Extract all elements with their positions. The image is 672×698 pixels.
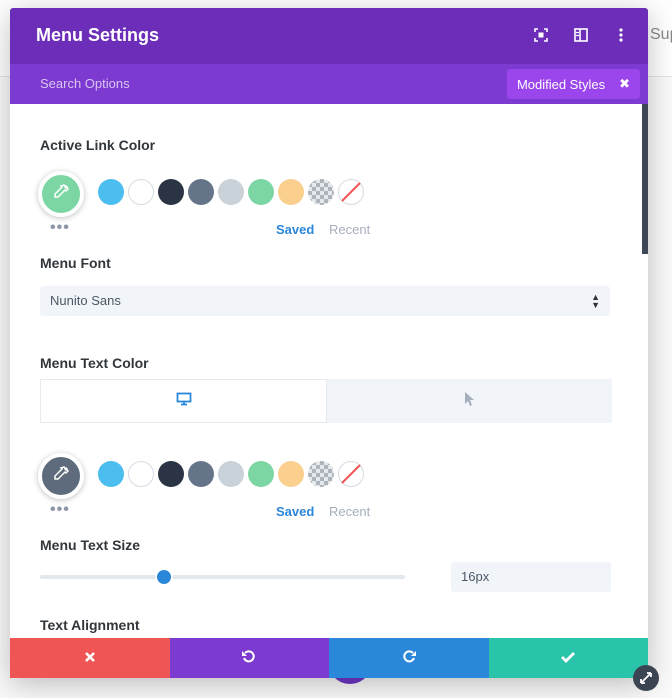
select-arrows-icon: ▲ ▼: [591, 292, 600, 310]
menu-text-color-label: Menu Text Color: [40, 355, 149, 371]
tab-recent[interactable]: Recent: [329, 504, 370, 519]
swatch-dark-navy[interactable]: [158, 179, 184, 205]
menu-text-color-picker[interactable]: [38, 453, 84, 499]
swatch-green[interactable]: [248, 179, 274, 205]
menu-font-value: Nunito Sans: [50, 293, 121, 308]
eyedropper-icon: [52, 183, 70, 206]
kebab-menu-icon[interactable]: [612, 26, 630, 44]
modal-title: Menu Settings: [36, 25, 160, 45]
menu-font-label: Menu Font: [40, 255, 111, 271]
tab-hover[interactable]: [327, 379, 612, 423]
text-size-input[interactable]: 16px: [451, 562, 611, 592]
more-options-icon[interactable]: •••: [50, 501, 70, 519]
settings-content: Active Link Color ••• Saved Recent Menu …: [10, 104, 648, 638]
swatch-light-blue[interactable]: [98, 179, 124, 205]
check-icon: [560, 650, 576, 667]
sidebar-layout-icon[interactable]: [572, 26, 590, 44]
swatch-light-gray[interactable]: [218, 179, 244, 205]
swatch-none[interactable]: [338, 461, 364, 487]
hover-cursor-icon: [464, 391, 476, 412]
swatch-white[interactable]: [128, 461, 154, 487]
menu-font-select[interactable]: Nunito Sans ▲ ▼: [40, 286, 610, 316]
undo-button[interactable]: [169, 638, 329, 678]
active-link-color-label: Active Link Color: [40, 137, 156, 153]
undo-icon: [241, 648, 257, 668]
more-options-icon[interactable]: •••: [50, 219, 70, 237]
scrollbar[interactable]: [642, 104, 648, 254]
swatch-transparent[interactable]: [308, 461, 334, 487]
swatch-none[interactable]: [338, 179, 364, 205]
swatch-light-blue[interactable]: [98, 461, 124, 487]
text-size-slider[interactable]: [40, 570, 405, 584]
active-link-color-picker[interactable]: [38, 171, 84, 217]
swatch-slate[interactable]: [188, 461, 214, 487]
desktop-icon: [176, 392, 192, 411]
swatch-peach[interactable]: [278, 179, 304, 205]
active-link-swatches: [98, 179, 364, 205]
tab-saved[interactable]: Saved: [276, 222, 314, 237]
resize-handle-icon[interactable]: [633, 665, 659, 691]
redo-icon: [401, 648, 417, 668]
redo-button[interactable]: [329, 638, 489, 678]
modal-header: Menu Settings: [10, 8, 648, 64]
swatch-green[interactable]: [248, 461, 274, 487]
menu-text-swatches: [98, 461, 364, 487]
expand-icon[interactable]: [532, 26, 550, 44]
tab-saved[interactable]: Saved: [276, 504, 314, 519]
tab-desktop[interactable]: [40, 379, 327, 423]
modified-styles-label: Modified Styles: [516, 76, 606, 92]
cancel-button[interactable]: [10, 638, 170, 678]
eyedropper-icon: [52, 465, 70, 488]
swatch-dark-navy[interactable]: [158, 461, 184, 487]
close-icon: [84, 650, 96, 667]
save-button[interactable]: [488, 638, 648, 678]
text-alignment-label: Text Alignment: [40, 617, 140, 633]
background-partial-text: Sup: [650, 26, 672, 43]
menu-text-size-label: Menu Text Size: [40, 537, 141, 553]
modified-styles-badge[interactable]: Modified Styles ✖: [506, 69, 640, 99]
swatch-transparent[interactable]: [308, 179, 334, 205]
close-icon[interactable]: ✖: [619, 76, 630, 92]
swatch-peach[interactable]: [278, 461, 304, 487]
search-bar: Search Options Modified Styles ✖: [10, 64, 648, 104]
swatch-white[interactable]: [128, 179, 154, 205]
slider-handle[interactable]: [157, 570, 172, 584]
device-tabs: [40, 379, 612, 423]
swatch-slate[interactable]: [188, 179, 214, 205]
settings-modal: Menu Settings Search Options Modified St…: [10, 8, 648, 678]
tab-recent[interactable]: Recent: [329, 222, 370, 237]
header-icons: [532, 26, 630, 44]
swatch-light-gray[interactable]: [218, 461, 244, 487]
modal-footer: [10, 638, 648, 678]
search-input[interactable]: Search Options: [40, 76, 130, 91]
